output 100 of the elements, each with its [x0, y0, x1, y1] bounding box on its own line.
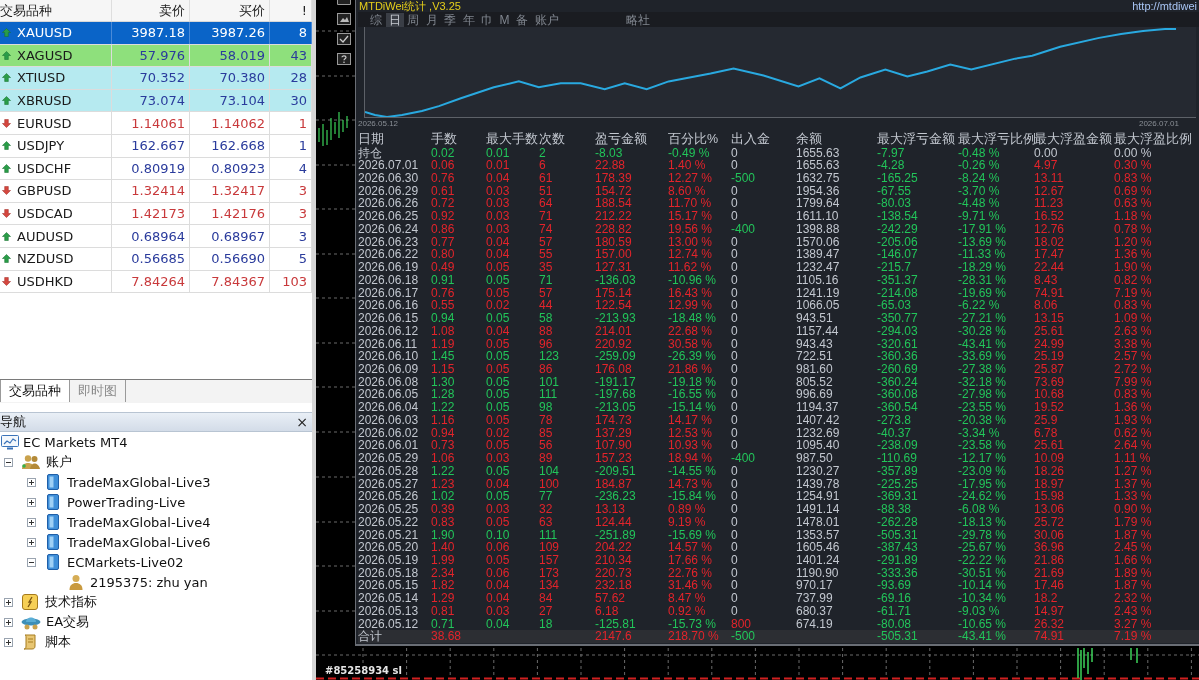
period-tab[interactable]: 巾 — [478, 12, 496, 27]
tree-item[interactable]: 账户 — [46, 453, 72, 472]
mode-label[interactable]: 略社 — [626, 12, 650, 27]
period-tab[interactable]: 备 — [513, 12, 531, 27]
table-cell-text: 0.94 — [431, 312, 456, 325]
table-cell-text: 2 — [539, 146, 547, 160]
table-cell-text: 0.06 — [486, 541, 511, 554]
table-cell-text: 1157.44 — [796, 324, 840, 338]
column-header[interactable]: 交易品种 — [0, 0, 112, 21]
table-cell-text: 2026.05.20 — [358, 541, 420, 554]
period-tab[interactable]: M — [496, 12, 513, 27]
table-cell-text: 持仓 — [358, 146, 383, 160]
column-header[interactable]: ! — [270, 0, 312, 21]
table-cell-text: 0.04 — [486, 592, 511, 605]
table-cell-text: 0.02 — [431, 146, 456, 160]
table-cell-text: -17.95 % — [958, 477, 1008, 491]
table-cell-text: 0 — [731, 439, 739, 453]
website-link[interactable]: http://mtdiwei — [1132, 0, 1199, 12]
tree-item[interactable]: 技术指标 — [45, 593, 97, 612]
help-icon[interactable] — [337, 53, 351, 65]
table-cell-text: 2026.06.12 — [358, 324, 420, 338]
symbol-row[interactable]: EURUSD 1.14061 1.14062 1 — [0, 112, 312, 135]
tree-item[interactable]: PowerTrading-Live — [67, 494, 186, 510]
symbol-row[interactable]: USDHKD 7.84264 7.84367 103 — [0, 270, 312, 294]
symbol-row[interactable]: USDCHF 0.80919 0.80923 4 — [0, 157, 312, 181]
expand-icon[interactable] — [27, 537, 36, 547]
ask-price: 70.380 — [219, 70, 265, 86]
symbol-row[interactable]: XBRUSD 73.074 73.104 30 — [0, 89, 312, 113]
column-header[interactable]: 买价 — [190, 0, 270, 21]
table-cell-text: -17.91 % — [958, 222, 1008, 236]
table-cell-text: -10.65 % — [958, 617, 1008, 631]
period-tab[interactable]: 日 — [385, 12, 404, 27]
panel-tab[interactable]: 交易品种 — [0, 380, 70, 403]
table-cell-text: 1.16 — [431, 413, 456, 427]
ask-price: 1.14062 — [211, 115, 265, 131]
symbol-row[interactable]: NZDUSD 0.56685 0.56690 5 — [0, 247, 312, 271]
table-cell-text: 204.22 — [595, 541, 633, 554]
table-cell-text: 18 — [539, 617, 554, 631]
symbol-row[interactable]: USDCAD 1.42173 1.42176 3 — [0, 202, 312, 226]
table-cell-text: 12.74 % — [668, 248, 714, 262]
symbol-row[interactable]: XAUUSD 3987.18 3987.26 8 — [0, 22, 312, 45]
spread-value: 3 — [298, 183, 307, 199]
period-tab[interactable]: 月 — [422, 12, 441, 27]
period-tab[interactable]: 季 — [441, 12, 459, 27]
bid-price: 162.667 — [131, 138, 185, 154]
table-cell-text: -125.81 — [595, 617, 637, 631]
symbol-row[interactable]: XTIUSD 70.352 70.380 28 — [0, 67, 312, 90]
table-cell-text: -505.31 — [877, 630, 919, 644]
table-cell-text: 2026.06.30 — [358, 171, 420, 185]
image-icon[interactable] — [337, 13, 351, 25]
table-cell-text: 11.62 % — [668, 261, 713, 274]
tree-item[interactable]: 2195375: zhu yan — [90, 574, 208, 590]
expand-icon[interactable] — [4, 597, 13, 607]
table-cell-text: 96 — [539, 337, 554, 351]
tree-item[interactable]: TradeMaxGlobal-Live3 — [67, 474, 211, 490]
tree-item[interactable]: EC Markets MT4 — [23, 434, 128, 450]
table-cell-text: 0 — [731, 146, 739, 160]
tree-item[interactable]: 脚本 — [45, 633, 71, 652]
expand-icon[interactable] — [4, 617, 13, 627]
symbol-row[interactable]: GBPUSD 1.32414 1.32417 3 — [0, 180, 312, 203]
tree-item[interactable]: EA交易 — [46, 613, 90, 632]
spread-value: 8 — [298, 25, 307, 41]
table-cell-text: 0 — [731, 413, 739, 427]
collapse-icon[interactable] — [27, 557, 36, 567]
table-cell-text: 1.18 % — [1114, 210, 1153, 223]
collapse-icon[interactable] — [4, 457, 13, 467]
check-icon[interactable] — [337, 33, 351, 45]
table-cell-text: -18.48 % — [668, 312, 718, 325]
spread-value: 5 — [298, 251, 307, 267]
expand-icon[interactable] — [27, 517, 36, 527]
tree-item[interactable]: TradeMaxGlobal-Live6 — [67, 534, 211, 550]
table-cell-text: 1.29 — [431, 592, 456, 605]
column-header[interactable]: 卖价 — [112, 0, 190, 21]
symbol-row[interactable]: AUDUSD 0.68964 0.68967 3 — [0, 225, 312, 248]
period-tab[interactable]: 综 — [367, 12, 385, 27]
period-tab[interactable]: 周 — [404, 12, 422, 27]
table-cell-text: -15.84 % — [668, 490, 718, 504]
tree-item[interactable]: TradeMaxGlobal-Live4 — [67, 514, 211, 530]
table-cell-text: 2026.06.03 — [358, 413, 420, 427]
table-cell-text: 1478.01 — [796, 515, 841, 529]
symbol-row[interactable]: USDJPY 162.667 162.668 1 — [0, 134, 312, 158]
period-tab[interactable]: 账户 — [531, 12, 562, 27]
table-cell-text: 805.52 — [796, 375, 834, 389]
table-cell-text: 1.23 — [431, 477, 456, 491]
expand-icon[interactable] — [27, 477, 36, 487]
period-tab[interactable]: 年 — [459, 12, 478, 27]
table-cell-text: 1.06 — [431, 452, 456, 465]
table-cell-text: -10.96 % — [668, 273, 718, 287]
table-cell-text: 0.83 % — [1114, 171, 1153, 185]
table-cell-text: 1.15 — [431, 363, 456, 376]
close-button[interactable]: × — [292, 414, 312, 431]
table-cell-text: 12.76 — [1034, 222, 1066, 236]
table-cell-text: -360.08 — [877, 388, 919, 402]
expand-icon[interactable] — [4, 637, 13, 647]
table-cell-text: -9.71 % — [958, 210, 1001, 223]
tree-item[interactable]: ECMarkets-Live02 — [67, 554, 184, 570]
symbol-row[interactable]: XAGUSD 57.976 58.019 43 — [0, 44, 312, 68]
expand-icon[interactable] — [27, 497, 36, 507]
table-cell-text: 0.03 — [486, 184, 511, 198]
table-cell-text: -23.55 % — [958, 401, 1008, 414]
